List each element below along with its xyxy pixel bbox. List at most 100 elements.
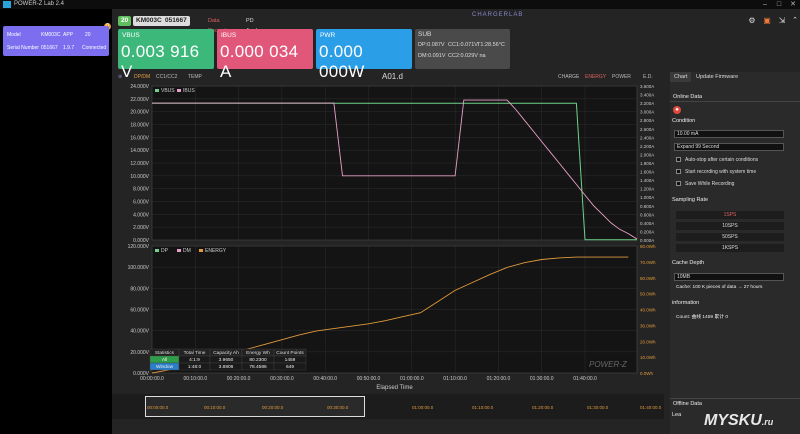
timeline-tick-label: 00:00:00.0	[147, 405, 169, 410]
y-tick-label: 22.000V	[130, 97, 149, 103]
legend-vbus: VBUS	[161, 88, 175, 94]
stats-value: 4:1:9	[189, 357, 200, 363]
legend-ibus-swatch	[177, 89, 181, 92]
expand-icon[interactable]: ⌃	[790, 16, 800, 26]
y2-tick-label: 1.200A	[640, 187, 654, 192]
expand-select[interactable]: Expand 99 Second	[674, 143, 784, 151]
x-tick-label: 00:00:00.0	[140, 376, 164, 382]
offline-data-label: Offline Data	[673, 401, 702, 407]
timeline-tick-label: 01:30:00.0	[587, 405, 609, 410]
main-area: 20 KM003C 051667 Data Recorder PD Analyz…	[112, 9, 800, 434]
save-recording-checkbox[interactable]	[676, 181, 681, 186]
cc1-value: CC1:0.071V	[448, 42, 478, 48]
watermark-suffix: .ru	[761, 417, 774, 427]
app-icon	[3, 1, 11, 8]
condition-input[interactable]: 10.00 mA	[674, 130, 784, 138]
timeline-tick-label: 01:10:00.0	[472, 405, 494, 410]
watermark: MYSKU.ru	[704, 412, 773, 430]
rate-50sps[interactable]: 50SPS	[676, 233, 784, 241]
app-value: 20	[85, 32, 91, 38]
y2-tick-label: 3.600A	[640, 84, 654, 89]
stats-header: Energy Wh	[246, 350, 270, 356]
rate-1sps[interactable]: 1SPS	[676, 211, 784, 219]
right-panel: Chart Update Firmware Online Data ● Cond…	[670, 72, 800, 434]
device-card[interactable]: Model KM003C APP 20 Serial Number 051667…	[3, 26, 109, 56]
sub-label: SUB	[418, 31, 432, 38]
y2-tick-label: 80.0Wh	[640, 244, 656, 249]
cache-note: Cache: 100 K pieces of data → 27 hours	[676, 285, 763, 290]
timeline-tick-label: 00:30:00.0	[327, 405, 349, 410]
export-icon[interactable]: ⇲	[777, 16, 787, 26]
sampling-rate-label: Sampling Rate	[672, 197, 709, 203]
y-tick-label: 20.000V	[130, 350, 149, 356]
system-time-label: Start recording with system time	[685, 169, 757, 175]
legend-swatch	[199, 249, 203, 252]
y-tick-label: 24.000V	[130, 84, 149, 90]
y2-tick-label: 10.0Wh	[640, 355, 656, 360]
tab-chart[interactable]: Chart	[670, 72, 692, 82]
y-tick-label: 2.000V	[133, 225, 150, 231]
settings-icon[interactable]: ⚙	[747, 16, 757, 26]
y2-tick-label: 30.0Wh	[640, 323, 656, 328]
legend-dm: DM	[183, 248, 191, 254]
timeline-scrollbar[interactable]: 00:00:00.0 00:10:00.0 00:20:00.0 00:30:00.0…	[112, 394, 664, 419]
y2-tick-label: 1.800A	[640, 161, 654, 166]
rate-10sps[interactable]: 10SPS	[676, 222, 784, 230]
condition-label: Condition	[672, 118, 696, 124]
stats-header: Total Time	[184, 350, 206, 356]
y2-tick-label: 2.200A	[640, 144, 654, 149]
record-button[interactable]: ●	[673, 106, 681, 114]
y2-tick-label: 2.000A	[640, 152, 654, 157]
tab-update-firmware[interactable]: Update Firmware	[692, 72, 742, 82]
stats-value: 649	[286, 364, 294, 370]
information-label: information	[672, 300, 700, 306]
model-value: KM003C	[41, 32, 61, 38]
x-tick-label: 01:30:00.0	[530, 376, 554, 382]
y2-tick-label: 40.0Wh	[640, 308, 656, 313]
sub-meter: SUB DP:0.087V CC1:0.071V T1:28.56°C DM:0…	[415, 29, 510, 69]
auto-stop-checkbox[interactable]	[676, 157, 681, 162]
pd-analyzer-tab[interactable]: PD Analyzer	[243, 16, 270, 34]
chart-area[interactable]: 0.000V2.000V4.000V6.000V8.000V10.000V12.…	[112, 81, 670, 394]
stats-value: 1459	[285, 357, 296, 363]
online-data-header[interactable]: Online Data	[670, 94, 800, 102]
y-tick-label: 10.000V	[130, 174, 149, 180]
serial-label: Serial Number	[7, 45, 39, 51]
close-button[interactable]: ✕	[786, 0, 800, 9]
rate-1ksps[interactable]: 1KSPS	[676, 244, 784, 252]
y2-tick-label: 70.0Wh	[640, 260, 656, 265]
timeline-tick-label: 01:40:00.0	[640, 405, 662, 410]
timeline-tick-label: 00:20:00.0	[262, 405, 284, 410]
y-tick-label: 4.000V	[133, 212, 150, 218]
screenshot-icon[interactable]: ▣	[762, 16, 772, 26]
vbus-meter: VBUS 0.003 916 V	[118, 29, 214, 81]
cache-depth-select[interactable]: 10MB	[674, 273, 784, 281]
y2-tick-label: 1.600A	[640, 170, 654, 175]
y2-tick-label: 3.200A	[640, 101, 654, 106]
y2-tick-label: 2.400A	[640, 135, 654, 140]
timeline-tick-label: 01:20:00.0	[532, 405, 554, 410]
y-tick-label: 12.000V	[130, 161, 149, 167]
y-tick-label: 18.000V	[130, 123, 149, 129]
firmware-value: 1.9.7	[63, 45, 75, 51]
ibus-label: IBUS	[221, 32, 237, 39]
y-tick-label: 60.000V	[130, 308, 149, 314]
minimize-button[interactable]: –	[758, 0, 772, 9]
x-axis-label: Elapsed Time	[376, 385, 413, 391]
offline-data-header[interactable]: Offline Data	[670, 398, 800, 408]
stats-value: 80.2300	[249, 357, 267, 363]
system-time-checkbox[interactable]	[676, 169, 681, 174]
model-label: Model	[7, 32, 21, 38]
data-recorder-tab[interactable]: Data Recorder	[205, 16, 234, 34]
dp-value: DP:0.087V	[418, 42, 445, 48]
stats-value: Window	[156, 364, 174, 370]
power-z-logo: POWER-Z	[589, 360, 628, 369]
maximize-button[interactable]: □	[772, 0, 786, 9]
serial-value: 051667	[41, 45, 58, 51]
y2-tick-label: 60.0Wh	[640, 276, 656, 281]
pwr-meter: PWR 0.000 000W	[316, 29, 412, 81]
watermark-text: MYSKU	[704, 412, 762, 429]
y-tick-label: 6.000V	[133, 200, 150, 206]
temp-value: T1:28.56°C	[477, 42, 505, 48]
y2-tick-label: 0.800A	[640, 204, 654, 209]
